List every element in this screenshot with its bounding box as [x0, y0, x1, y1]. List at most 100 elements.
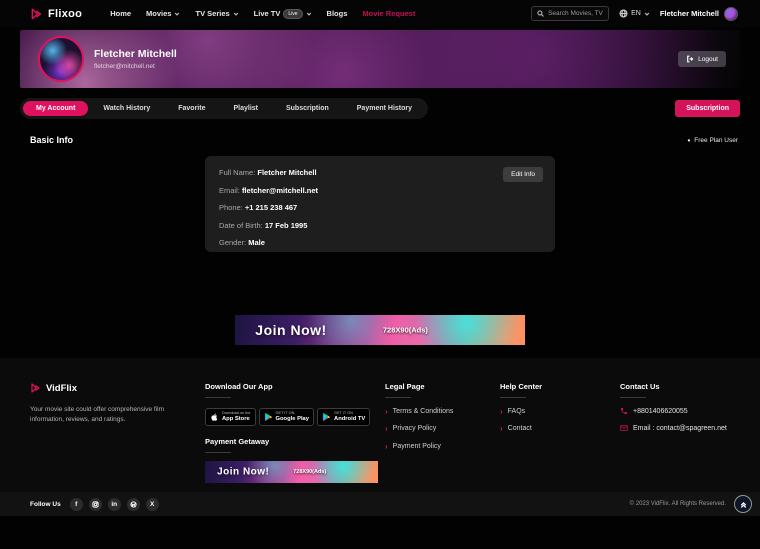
- link-payment-policy[interactable]: ›Payment Policy: [385, 442, 490, 451]
- profile-email: fletcher@mitchell.net: [94, 63, 177, 70]
- nav-movie-request[interactable]: Movie Request: [362, 9, 415, 18]
- footer-logo[interactable]: VidFlix: [30, 382, 185, 394]
- nav-blogs[interactable]: Blogs: [327, 9, 348, 18]
- store-badges: Download on theApp Store GET IT ONGoogle…: [205, 408, 383, 426]
- link-terms-conditions[interactable]: ›Terms & Conditions: [385, 407, 490, 416]
- header-user-name: Fletcher Mitchell: [660, 9, 719, 18]
- tab-watch-history[interactable]: Watch History: [90, 101, 163, 116]
- profile-info: Fletcher Mitchell fletcher@mitchell.net: [94, 48, 177, 70]
- ad-banner-text: Join Now!: [255, 322, 326, 338]
- tab-payment-history[interactable]: Payment History: [344, 101, 425, 116]
- x-icon[interactable]: X: [146, 498, 159, 511]
- chevron-down-icon: [644, 11, 650, 17]
- legal-page-title: Legal Page: [385, 382, 490, 398]
- copyright-text: © 2023 VidFlix. All Rights Reserved.: [630, 501, 726, 507]
- header-right: EN Fletcher Mitchell: [531, 6, 738, 21]
- account-tabs: My Account Watch History Favorite Playli…: [20, 98, 428, 119]
- basic-info-header: Basic Info • Free Plan User: [0, 135, 760, 145]
- contact-email[interactable]: Email : contact@spagreen.net: [620, 424, 745, 432]
- tab-playlist[interactable]: Playlist: [220, 101, 271, 116]
- app-store-badge[interactable]: Download on theApp Store: [205, 408, 256, 426]
- edit-info-button[interactable]: Edit Info: [503, 167, 543, 182]
- payment-gateway-title: Payment Getaway: [205, 437, 383, 453]
- footer-apps-column: Download Our App Download on theApp Stor…: [205, 382, 383, 483]
- android-tv-badge[interactable]: GET IT ONAndroid TV: [317, 408, 370, 426]
- nav-home[interactable]: Home: [110, 9, 131, 18]
- chevron-down-icon: [174, 11, 180, 17]
- footer-bottom-bar: Follow Us f in X © 2023 VidFlix. All Rig…: [0, 492, 760, 516]
- dribbble-icon[interactable]: [127, 498, 140, 511]
- nav-live-tv[interactable]: Live TVLive: [254, 9, 312, 19]
- footer-legal-column: Legal Page ›Terms & Conditions ›Privacy …: [385, 382, 490, 451]
- instagram-icon[interactable]: [89, 498, 102, 511]
- profile-name: Fletcher Mitchell: [94, 48, 177, 60]
- link-privacy-policy[interactable]: ›Privacy Policy: [385, 424, 490, 433]
- live-badge: Live: [283, 9, 302, 19]
- brand-play-icon: [30, 382, 42, 394]
- chevron-right-icon: ›: [500, 424, 503, 433]
- footer-brand-column: VidFlix Your movie site could offer comp…: [30, 382, 185, 425]
- tabs-row: My Account Watch History Favorite Playli…: [20, 98, 740, 119]
- brand-name: Flixoo: [48, 8, 82, 20]
- contact-phone[interactable]: +8801406620055: [620, 407, 745, 415]
- tab-subscription[interactable]: Subscription: [273, 101, 342, 116]
- phone-icon: [620, 407, 628, 415]
- globe-icon: [619, 9, 628, 18]
- link-contact[interactable]: ›Contact: [500, 424, 600, 433]
- nav-movies[interactable]: Movies: [146, 9, 180, 18]
- social-icons: f in X: [70, 498, 159, 511]
- footer: VidFlix Your movie site could offer comp…: [0, 358, 760, 492]
- profile-banner: Fletcher Mitchell fletcher@mitchell.net …: [20, 30, 740, 88]
- bullet-icon: •: [687, 136, 690, 145]
- ad-banner[interactable]: Join Now! 728X90(Ads): [235, 315, 525, 345]
- chevron-down-icon: [233, 11, 239, 17]
- tab-my-account[interactable]: My Account: [23, 101, 88, 116]
- header-user-menu[interactable]: Fletcher Mitchell: [660, 7, 738, 21]
- search-icon: [537, 10, 544, 17]
- tab-favorite[interactable]: Favorite: [165, 101, 218, 116]
- plan-badge: • Free Plan User: [687, 136, 738, 145]
- search-box[interactable]: [531, 6, 609, 21]
- nav-tv-series[interactable]: TV Series: [195, 9, 238, 18]
- chevron-right-icon: ›: [385, 407, 388, 416]
- brand-play-icon: [30, 7, 44, 21]
- footer-contact-column: Contact Us +8801406620055 Email : contac…: [620, 382, 745, 432]
- language-selector[interactable]: EN: [619, 9, 650, 18]
- subscription-button[interactable]: Subscription: [675, 100, 740, 117]
- top-navbar: Flixoo Home Movies TV Series Live TVLive…: [0, 0, 760, 27]
- google-play-badge[interactable]: GET IT ONGoogle Play: [259, 408, 315, 426]
- help-center-title: Help Center: [500, 382, 600, 398]
- linkedin-icon[interactable]: in: [108, 498, 121, 511]
- chevron-down-icon: [306, 11, 312, 17]
- logout-icon: [686, 55, 694, 63]
- follow-us-label: Follow Us: [30, 501, 61, 508]
- field-email: Email: fletcher@mitchell.net: [219, 186, 541, 195]
- android-tv-icon: [322, 412, 331, 422]
- scroll-top-button[interactable]: [734, 495, 752, 513]
- logout-button[interactable]: Logout: [678, 51, 726, 67]
- link-faqs[interactable]: ›FAQs: [500, 407, 600, 416]
- facebook-icon[interactable]: f: [70, 498, 83, 511]
- download-app-title: Download Our App: [205, 382, 383, 398]
- language-label: EN: [631, 10, 641, 17]
- chevron-right-icon: ›: [385, 442, 388, 451]
- field-gender: Gender: Male: [219, 238, 541, 247]
- field-full-name: Full Name: Fletcher Mitchell: [219, 168, 541, 177]
- ad-banner-size-label: 728X90(Ads): [383, 326, 428, 335]
- field-phone: Phone: +1 215 238 467: [219, 203, 541, 212]
- chevron-right-icon: ›: [500, 407, 503, 416]
- page: Flixoo Home Movies TV Series Live TVLive…: [0, 0, 760, 549]
- apple-icon: [210, 412, 219, 422]
- basic-info-card: Edit Info Full Name: Fletcher Mitchell E…: [205, 156, 555, 252]
- brand-logo[interactable]: Flixoo: [30, 7, 82, 21]
- profile-avatar: [38, 36, 84, 82]
- search-input[interactable]: [548, 10, 603, 17]
- contact-us-title: Contact Us: [620, 382, 745, 398]
- payment-ad-banner[interactable]: Join Now! 728X90(Ads): [205, 461, 378, 483]
- user-avatar: [724, 7, 738, 21]
- double-chevron-up-icon: [739, 500, 748, 509]
- chevron-right-icon: ›: [385, 424, 388, 433]
- google-play-icon: [264, 412, 273, 422]
- footer-help-column: Help Center ›FAQs ›Contact: [500, 382, 600, 433]
- email-icon: [620, 424, 628, 432]
